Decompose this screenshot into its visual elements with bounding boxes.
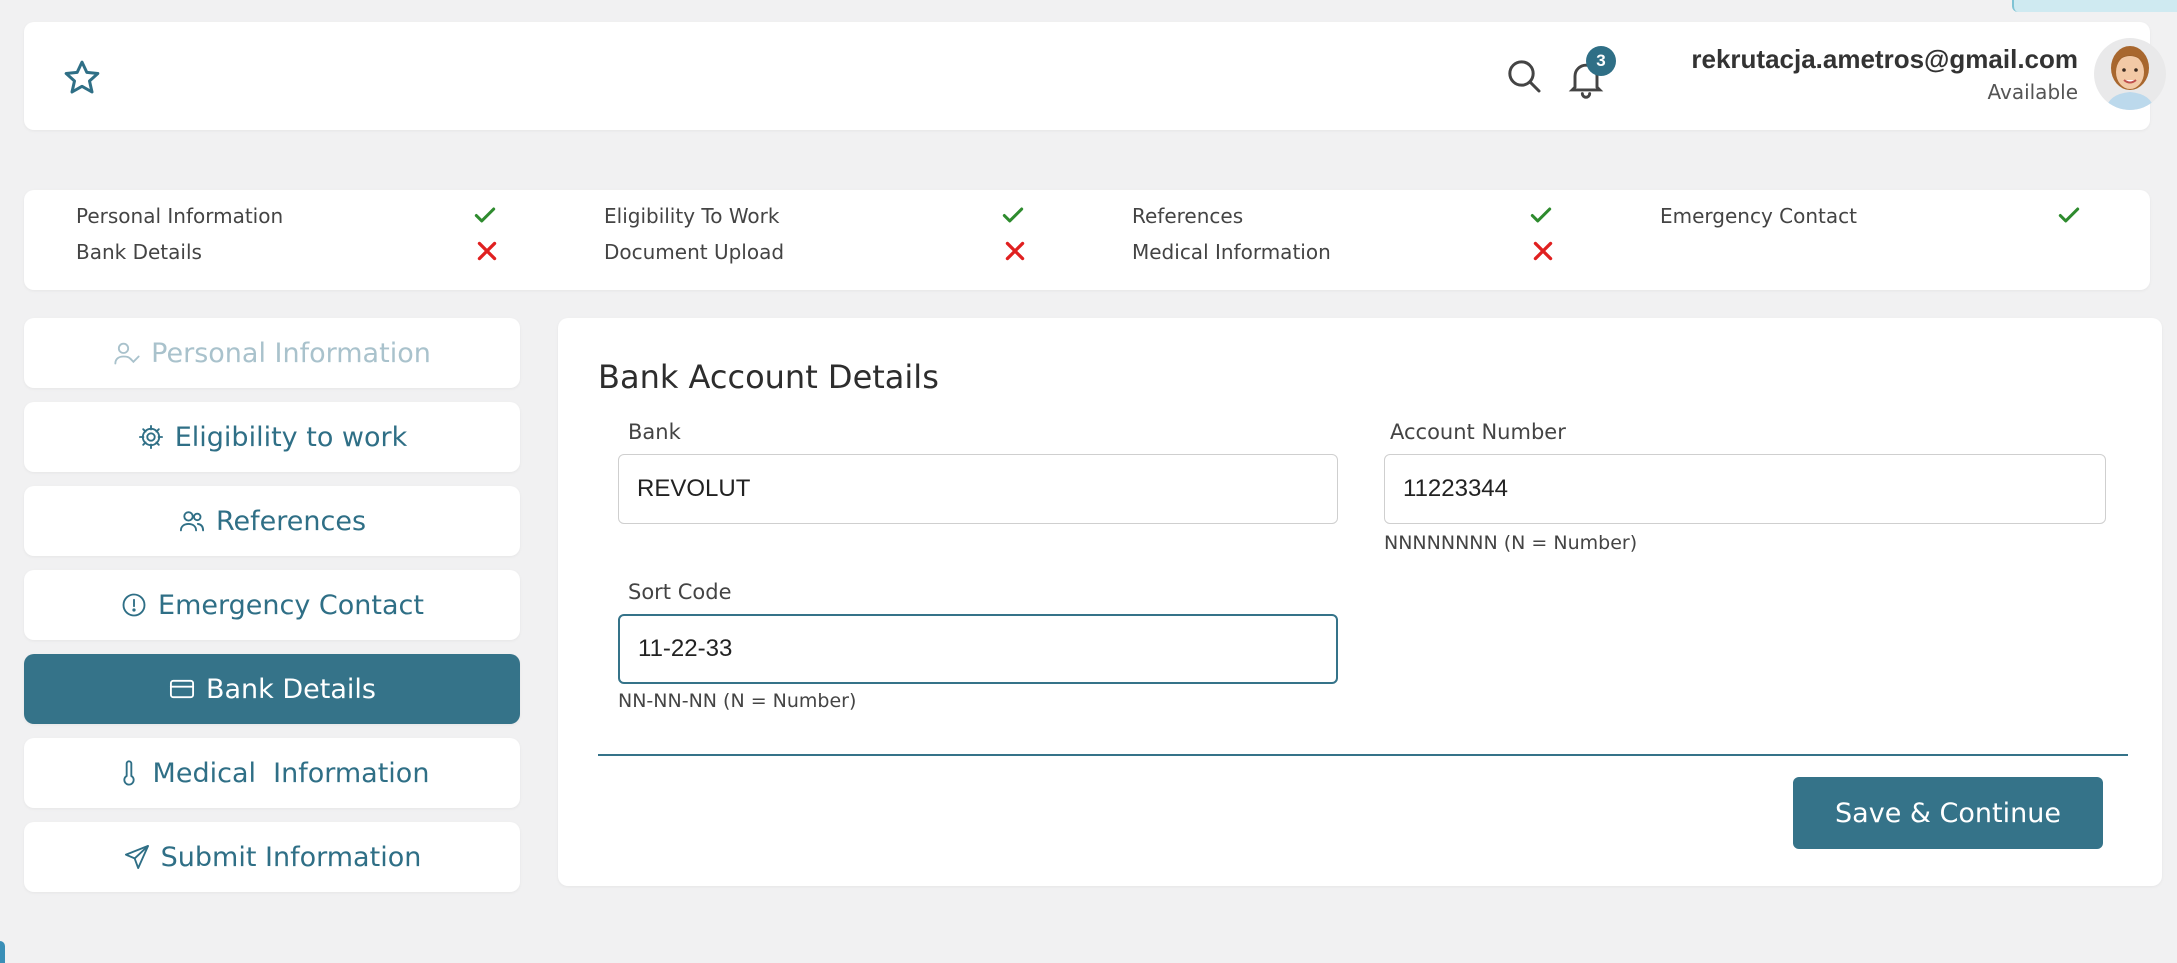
check-icon bbox=[474, 207, 496, 223]
sidebar-item-references[interactable]: References bbox=[24, 486, 520, 556]
user-status: Available bbox=[1987, 80, 2078, 104]
step-document-upload: Document Upload bbox=[604, 240, 785, 264]
divider bbox=[598, 754, 2128, 756]
account-number-label: Account Number bbox=[1390, 420, 1566, 444]
send-icon bbox=[124, 844, 149, 870]
bank-label: Bank bbox=[628, 420, 681, 444]
search-icon[interactable] bbox=[1504, 56, 1544, 96]
sidebar-item-label: Emergency Contact bbox=[158, 589, 424, 621]
page-title: Bank Account Details bbox=[598, 358, 939, 396]
credit-card-icon bbox=[169, 679, 195, 699]
check-icon bbox=[1002, 207, 1024, 223]
account-number-hint: NNNNNNNN (N = Number) bbox=[1384, 532, 1638, 554]
bank-input[interactable] bbox=[618, 454, 1338, 524]
corner-decoration-left bbox=[0, 941, 5, 963]
thermometer-icon bbox=[122, 760, 135, 786]
sort-code-label: Sort Code bbox=[628, 580, 732, 604]
alert-circle-icon bbox=[122, 593, 146, 617]
step-emergency-contact: Emergency Contact bbox=[1660, 204, 1857, 228]
step-bank-details: Bank Details bbox=[76, 240, 202, 264]
gear-icon bbox=[138, 424, 163, 450]
check-icon bbox=[1530, 207, 1552, 223]
progress-summary: Personal Information Eligibility To Work… bbox=[24, 190, 2150, 290]
star-icon[interactable] bbox=[62, 58, 102, 98]
avatar[interactable] bbox=[2094, 38, 2166, 110]
check-icon bbox=[2058, 207, 2080, 223]
sidebar-item-label: Eligibility to work bbox=[174, 421, 408, 453]
step-references: References bbox=[1132, 204, 1244, 228]
account-number-input[interactable] bbox=[1384, 454, 2106, 524]
bank-details-form: Bank Account Details Bank Account Number… bbox=[558, 318, 2162, 886]
user-check-icon bbox=[114, 342, 140, 365]
users-icon bbox=[179, 511, 205, 532]
sort-code-input[interactable] bbox=[618, 614, 1338, 684]
sidebar-item-eligibility[interactable]: Eligibility to work bbox=[24, 402, 520, 472]
sidebar-item-label: Bank Details bbox=[205, 673, 376, 705]
sidebar-item-medical-information[interactable]: Medical Information bbox=[24, 738, 520, 808]
sidebar-item-submit-information[interactable]: Submit Information bbox=[24, 822, 520, 892]
cross-icon bbox=[1005, 241, 1025, 261]
corner-decoration bbox=[2012, 0, 2177, 12]
top-header: 3 rekrutacja.ametros@gmail.com Available bbox=[24, 22, 2166, 130]
step-eligibility: Eligibility To Work bbox=[604, 204, 780, 228]
save-continue-button[interactable]: Save & Continue bbox=[1793, 777, 2103, 849]
sidebar-item-bank-details[interactable]: Bank Details bbox=[24, 654, 520, 724]
step-personal-information: Personal Information bbox=[76, 204, 284, 228]
sidebar-item-label: Personal Information bbox=[151, 337, 431, 369]
cross-icon bbox=[477, 241, 497, 261]
cross-icon bbox=[1533, 241, 1553, 261]
sidebar-item-personal-information[interactable]: Personal Information bbox=[24, 318, 520, 388]
sidebar-item-label: References bbox=[215, 505, 367, 537]
notification-badge: 3 bbox=[1586, 46, 1616, 76]
sidebar-item-label: Medical Information bbox=[152, 757, 430, 789]
user-email[interactable]: rekrutacja.ametros@gmail.com bbox=[1628, 44, 2078, 75]
sort-code-hint: NN-NN-NN (N = Number) bbox=[618, 690, 857, 712]
sidebar-item-emergency-contact[interactable]: Emergency Contact bbox=[24, 570, 520, 640]
sidebar-item-label: Submit Information bbox=[160, 841, 422, 873]
step-medical-information: Medical Information bbox=[1132, 240, 1331, 264]
